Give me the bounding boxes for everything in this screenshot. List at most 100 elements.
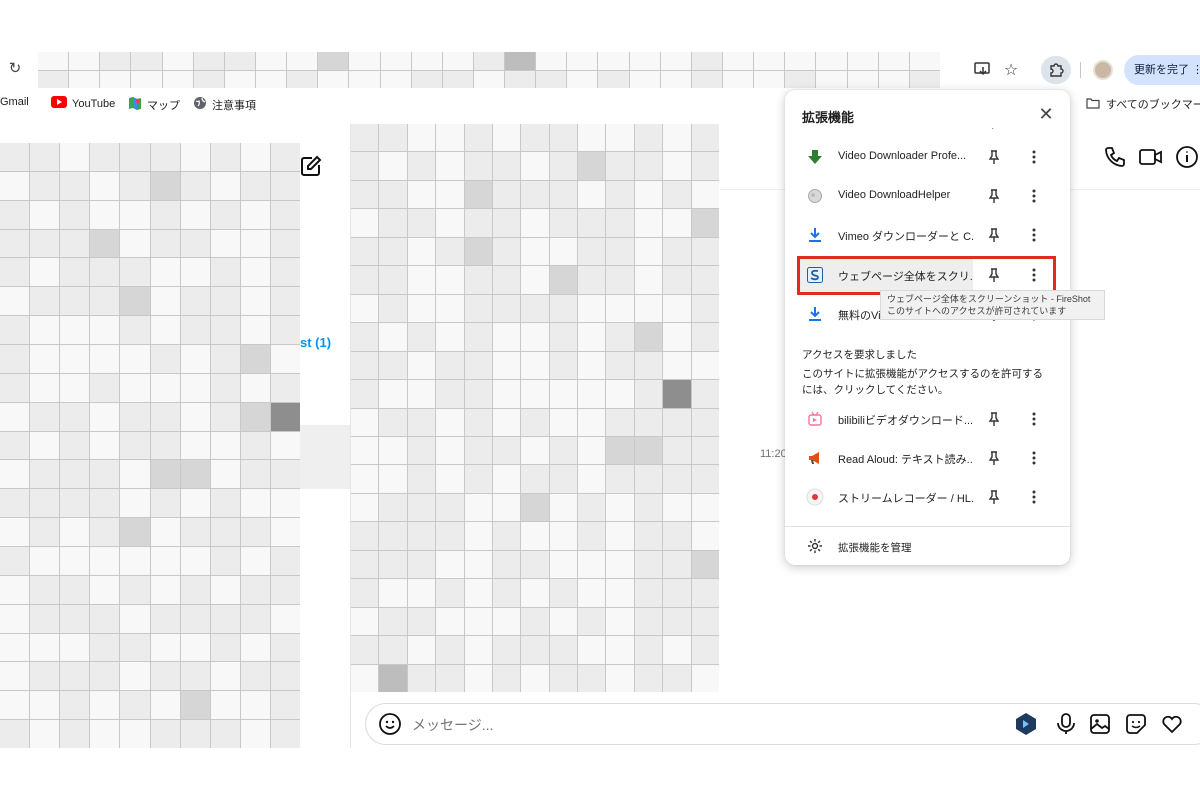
more-options-icon[interactable] [1025,410,1043,428]
extensions-puzzle-icon[interactable] [1041,56,1071,84]
mosaic-tile [60,633,90,662]
mosaic-tile [240,720,270,748]
mosaic-tile [634,323,663,351]
pin-icon[interactable] [985,187,1003,205]
mosaic-tile [549,351,578,380]
heart-like-icon[interactable] [1160,712,1184,736]
more-options-icon[interactable] [1025,226,1043,244]
mosaic-tile [606,323,634,351]
mosaic-tile [691,70,723,88]
bookmark-notes[interactable]: 注意事項 [193,96,256,113]
mosaic-tile [578,209,606,237]
mosaic-tile [240,200,270,229]
extension-item-read-aloud[interactable]: Read Aloud: テキスト読み... [785,439,1070,477]
mosaic-tile [578,522,606,550]
mosaic-tile [90,143,120,171]
mosaic-tile [660,52,691,70]
ai-assistant-icon[interactable] [1014,712,1038,736]
install-app-icon[interactable] [970,58,996,82]
pin-icon[interactable] [985,488,1003,506]
more-options-icon[interactable] [1025,488,1043,506]
mosaic-tile [0,691,30,720]
mosaic-tile [464,152,492,180]
mosaic-tile [180,662,210,691]
extension-item-video-downloader-pro[interactable]: Video Downloader Profe... [785,138,1070,176]
mosaic-tile [436,493,464,522]
mosaic-tile [120,547,150,575]
mosaic-tile [663,237,691,266]
microphone-icon[interactable] [1054,712,1078,736]
mosaic-tile [629,70,660,88]
mosaic-tile [606,436,634,465]
mosaic-tile [549,124,578,152]
pin-icon[interactable] [985,226,1003,244]
extension-item-vimeo-downloader[interactable]: Vimeo ダウンローダーと C... [785,216,1070,254]
reload-icon[interactable]: ↻ [6,60,24,78]
pin-icon[interactable] [985,410,1003,428]
bookmark-gmail[interactable]: Gmail [0,96,29,108]
pin-icon[interactable] [985,449,1003,467]
mosaic-tile [180,489,210,518]
profile-avatar[interactable] [1093,60,1113,80]
phone-call-icon[interactable] [1101,143,1129,171]
extension-item-video-downloadhelper[interactable]: Video DownloadHelper [785,177,1070,215]
mosaic-tile [120,373,150,402]
bookmark-maps[interactable]: マップ [128,96,180,113]
close-icon[interactable]: ✕ [1037,105,1055,123]
mosaic-tile [270,258,300,287]
mosaic-tile [150,258,180,287]
mosaic-tile [351,380,379,408]
mosaic-tile [210,662,240,691]
all-bookmarks[interactable]: すべてのブックマーク [1086,96,1200,112]
mosaic-tile [549,579,578,607]
mosaic-tile [634,351,663,380]
extension-item-stream-recorder[interactable]: ストリームレコーダー / HL... [785,478,1070,516]
mosaic-tile [0,373,30,402]
mosaic-tile [240,575,270,604]
mosaic-tile [210,345,240,373]
mosaic-tile [521,209,549,237]
more-options-icon[interactable] [1025,187,1043,205]
mosaic-tile [0,518,30,546]
mosaic-tile [180,258,210,287]
mosaic-tile [691,465,719,493]
extension-item-bilibili[interactable]: bilibiliビデオダウンロード... [785,400,1070,438]
mosaic-tile [549,152,578,180]
manage-extensions-button[interactable]: 拡張機能を管理 [785,533,1070,561]
message-input[interactable]: メッセージ... [412,715,493,735]
image-upload-icon[interactable] [1088,712,1112,736]
update-button[interactable]: 更新を完了 ⋮ [1124,55,1200,85]
mosaic-tile [270,373,300,402]
mosaic-tile [0,143,30,171]
mosaic-tile [270,287,300,316]
sticker-icon[interactable] [1124,712,1148,736]
mosaic-tile [224,70,255,88]
mosaic-tile [270,662,300,691]
mosaic-tile [150,431,180,460]
mosaic-tile [38,52,69,70]
blue-download-icon [806,226,824,244]
address-bar-pixelated[interactable] [38,52,940,88]
blue-download-icon [806,305,824,323]
video-call-icon[interactable] [1137,143,1165,171]
bookmark-youtube[interactable]: YouTube [51,96,115,111]
more-options-icon[interactable] [1025,148,1043,166]
requests-link[interactable]: st (1) [300,335,331,350]
mosaic-tile [270,633,300,662]
mosaic-tile [180,345,210,373]
compose-edit-icon[interactable] [299,154,323,178]
mosaic-tile [578,152,606,180]
mosaic-tile [100,70,131,88]
emoji-icon[interactable] [378,712,402,736]
pin-icon[interactable] [985,148,1003,166]
tooltip-line-1: ウェブページ全体をスクリーンショット - FireShot [887,294,1091,304]
mosaic-tile [407,266,436,294]
mosaic-tile [847,70,878,88]
info-icon[interactable] [1173,143,1200,171]
mosaic-tile [549,607,578,636]
more-options-icon[interactable] [1025,449,1043,467]
mosaic-tile [351,465,379,493]
bookmark-star-icon[interactable]: ☆ [998,58,1024,82]
mosaic-tile [0,345,30,373]
mosaic-tile [606,636,634,664]
